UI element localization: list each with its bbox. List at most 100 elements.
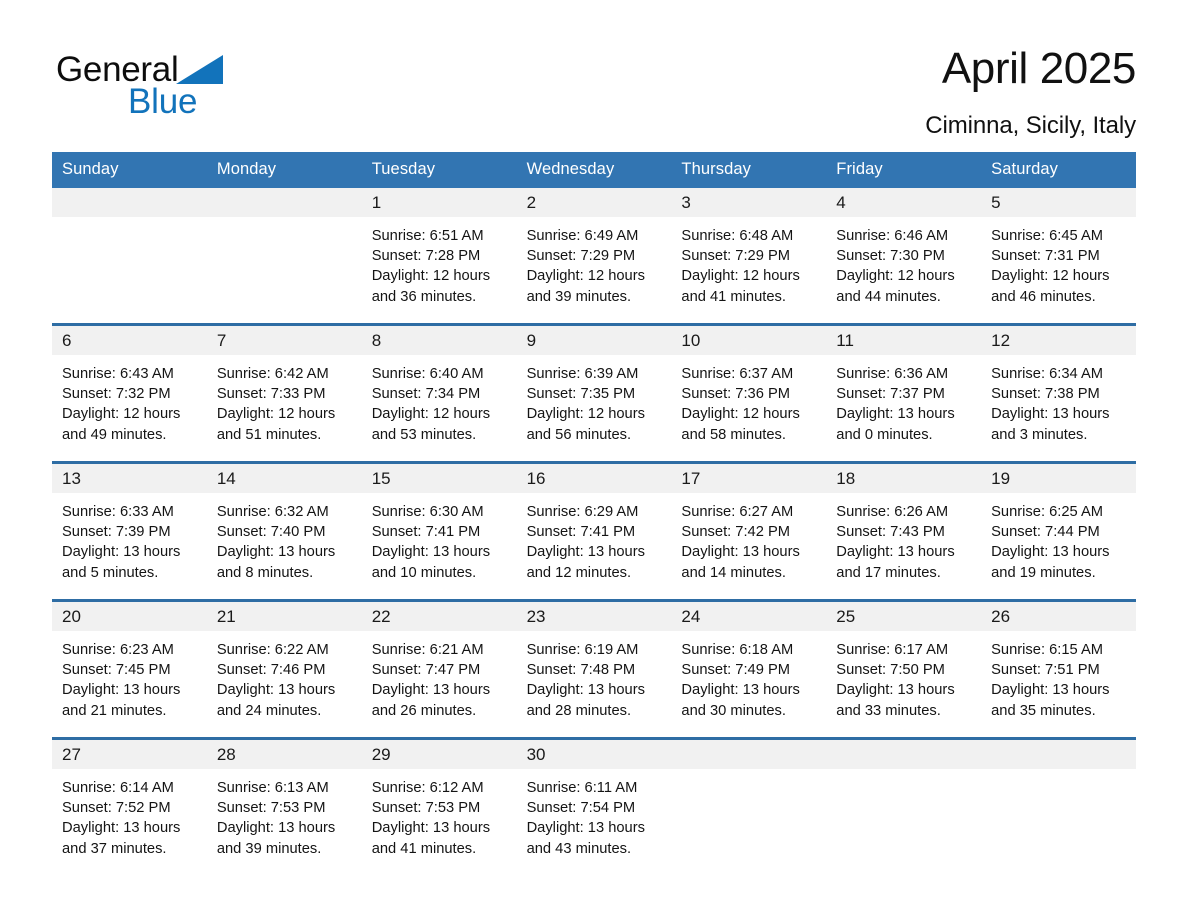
day-number: 5	[981, 188, 1136, 217]
day-details: Sunrise: 6:48 AM Sunset: 7:29 PM Daylight:…	[671, 217, 826, 307]
day-cell[interactable]: 29 Sunrise: 6:12 AM Sunset: 7:53 PM Dayligh…	[361, 740, 517, 875]
day-number: 1	[361, 188, 517, 217]
day-cell[interactable]: 24 Sunrise: 6:18 AM Sunset: 7:49 PM Dayligh…	[671, 602, 827, 737]
day-cell[interactable]: 6 Sunrise: 6:43 AM Sunset: 7:32 PM Daylight…	[52, 326, 207, 461]
day-number: 30	[516, 740, 672, 769]
day-cell[interactable]: 2 Sunrise: 6:49 AM Sunset: 7:29 PM Daylight…	[516, 188, 672, 323]
daylight-duration-line2: and 56 minutes.	[526, 426, 632, 443]
sunset-time: Sunset: 7:45 PM	[62, 662, 171, 679]
sunrise-time: Sunrise: 6:42 AM	[216, 366, 329, 382]
daylight-duration-line1: Daylight: 13 hours	[371, 820, 491, 837]
sunrise-time: Sunrise: 6:18 AM	[681, 642, 794, 658]
sunset-time: Sunset: 7:34 PM	[371, 386, 481, 403]
day-cell[interactable]: 4 Sunrise: 6:46 AM Sunset: 7:30 PM Daylight…	[826, 188, 982, 323]
daylight-duration-line1: Daylight: 13 hours	[526, 682, 645, 699]
sunrise-time: Sunrise: 6:48 AM	[681, 228, 794, 244]
sunrise-time: Sunrise: 6:30 AM	[371, 504, 484, 520]
day-cell[interactable]: 23 Sunrise: 6:19 AM Sunset: 7:48 PM Dayligh…	[516, 602, 672, 737]
day-details: Sunrise: 6:51 AM Sunset: 7:28 PM Daylight:…	[362, 217, 517, 307]
sunrise-time: Sunrise: 6:12 AM	[371, 780, 484, 796]
day-number: 29	[361, 740, 517, 769]
day-cell[interactable]: 17 Sunrise: 6:27 AM Sunset: 7:42 PM Dayligh…	[671, 464, 827, 599]
daylight-duration-line1: Daylight: 12 hours	[991, 268, 1110, 285]
calendar-week-row: 6 Sunrise: 6:43 AM Sunset: 7:32 PM Daylight…	[52, 323, 1136, 461]
day-cell[interactable]: 1 Sunrise: 6:51 AM Sunset: 7:28 PM Daylight…	[361, 188, 517, 323]
day-cell-empty	[52, 188, 207, 323]
day-details: Sunrise: 6:23 AM Sunset: 7:45 PM Daylight:…	[52, 631, 207, 721]
sunrise-time: Sunrise: 6:45 AM	[991, 228, 1103, 244]
day-details: Sunrise: 6:39 AM Sunset: 7:35 PM Daylight:…	[517, 355, 672, 445]
day-cell[interactable]: 9 Sunrise: 6:39 AM Sunset: 7:35 PM Daylight…	[516, 326, 672, 461]
daylight-duration-line2: and 43 minutes.	[526, 840, 632, 857]
daylight-duration-line1: Daylight: 12 hours	[62, 406, 181, 423]
daylight-duration-line2: and 44 minutes.	[836, 288, 941, 305]
sunset-time: Sunset: 7:36 PM	[681, 386, 791, 403]
day-details: Sunrise: 6:37 AM Sunset: 7:36 PM Daylight:…	[671, 355, 826, 445]
day-cell[interactable]: 30 Sunrise: 6:11 AM Sunset: 7:54 PM Dayligh…	[516, 740, 672, 875]
day-cell[interactable]: 10 Sunrise: 6:37 AM Sunset: 7:36 PM Dayligh…	[671, 326, 827, 461]
day-cell[interactable]: 21 Sunrise: 6:22 AM Sunset: 7:46 PM Dayligh…	[206, 602, 362, 737]
weekday-header-monday: Monday	[216, 160, 277, 178]
daylight-duration-line2: and 21 minutes.	[62, 702, 167, 719]
daylight-duration-line2: and 46 minutes.	[991, 288, 1096, 305]
daylight-duration-line1: Daylight: 13 hours	[526, 820, 645, 837]
day-cell[interactable]: 20 Sunrise: 6:23 AM Sunset: 7:45 PM Dayligh…	[52, 602, 207, 737]
day-number: 11	[826, 326, 982, 355]
day-number: 13	[52, 464, 207, 493]
sunset-time: Sunset: 7:43 PM	[836, 524, 945, 541]
weekday-header-tuesday: Tuesday	[371, 160, 436, 178]
day-cell[interactable]: 5 Sunrise: 6:45 AM Sunset: 7:31 PM Daylight…	[981, 188, 1136, 323]
day-cell[interactable]: 8 Sunrise: 6:40 AM Sunset: 7:34 PM Daylight…	[361, 326, 517, 461]
daylight-duration-line1: Daylight: 12 hours	[681, 406, 800, 423]
calendar-weeks: 1 Sunrise: 6:51 AM Sunset: 7:28 PM Daylight…	[52, 188, 1136, 875]
day-cell[interactable]: 7 Sunrise: 6:42 AM Sunset: 7:33 PM Daylight…	[206, 326, 362, 461]
sunset-time: Sunset: 7:51 PM	[991, 662, 1100, 679]
daylight-duration-line1: Daylight: 12 hours	[526, 268, 645, 285]
daylight-duration-line1: Daylight: 13 hours	[991, 406, 1110, 423]
day-cell[interactable]: 27 Sunrise: 6:14 AM Sunset: 7:52 PM Dayligh…	[52, 740, 207, 875]
daylight-duration-line1: Daylight: 12 hours	[371, 268, 491, 285]
sunset-time: Sunset: 7:48 PM	[526, 662, 636, 679]
calendar-page: General Blue April 2025 Ciminna, Sicily,…	[0, 0, 1188, 918]
day-details: Sunrise: 6:45 AM Sunset: 7:31 PM Daylight:…	[981, 217, 1136, 307]
daylight-duration-line1: Daylight: 13 hours	[371, 544, 491, 561]
day-details: Sunrise: 6:36 AM Sunset: 7:37 PM Daylight:…	[826, 355, 981, 445]
sunrise-time: Sunrise: 6:40 AM	[371, 366, 484, 382]
day-cell[interactable]: 11 Sunrise: 6:36 AM Sunset: 7:37 PM Dayligh…	[826, 326, 982, 461]
day-cell[interactable]: 3 Sunrise: 6:48 AM Sunset: 7:29 PM Daylight…	[671, 188, 827, 323]
day-number	[206, 188, 362, 217]
day-cell[interactable]: 25 Sunrise: 6:17 AM Sunset: 7:50 PM Dayligh…	[826, 602, 982, 737]
day-cell[interactable]: 12 Sunrise: 6:34 AM Sunset: 7:38 PM Dayligh…	[981, 326, 1136, 461]
sunset-time: Sunset: 7:53 PM	[371, 800, 481, 817]
day-cell[interactable]: 16 Sunrise: 6:29 AM Sunset: 7:41 PM Dayligh…	[516, 464, 672, 599]
day-cell[interactable]: 14 Sunrise: 6:32 AM Sunset: 7:40 PM Dayligh…	[206, 464, 362, 599]
daylight-duration-line2: and 36 minutes.	[371, 288, 477, 305]
sunrise-time: Sunrise: 6:11 AM	[526, 780, 638, 796]
day-cell[interactable]: 15 Sunrise: 6:30 AM Sunset: 7:41 PM Dayligh…	[361, 464, 517, 599]
daylight-duration-line2: and 17 minutes.	[836, 564, 941, 581]
sunrise-time: Sunrise: 6:46 AM	[836, 228, 949, 244]
sunrise-time: Sunrise: 6:51 AM	[371, 228, 484, 244]
day-details: Sunrise: 6:33 AM Sunset: 7:39 PM Daylight:…	[52, 493, 207, 583]
daylight-duration-line1: Daylight: 13 hours	[991, 544, 1110, 561]
sunrise-time: Sunrise: 6:29 AM	[526, 504, 639, 520]
sunset-time: Sunset: 7:54 PM	[526, 800, 636, 817]
sunset-time: Sunset: 7:32 PM	[62, 386, 171, 403]
day-cell[interactable]: 22 Sunrise: 6:21 AM Sunset: 7:47 PM Dayligh…	[361, 602, 517, 737]
day-cell[interactable]: 26 Sunrise: 6:15 AM Sunset: 7:51 PM Dayligh…	[981, 602, 1136, 737]
day-cell[interactable]: 13 Sunrise: 6:33 AM Sunset: 7:39 PM Dayligh…	[52, 464, 207, 599]
brand-logo[interactable]: General Blue	[56, 44, 286, 119]
day-cell[interactable]: 18 Sunrise: 6:26 AM Sunset: 7:43 PM Dayligh…	[826, 464, 982, 599]
weekday-header-row: Sunday Monday Tuesday Wednesday Thursday Frid…	[52, 152, 1136, 188]
day-cell[interactable]: 28 Sunrise: 6:13 AM Sunset: 7:53 PM Dayligh…	[206, 740, 362, 875]
weekday-header-sunday: Sunday	[62, 160, 119, 178]
day-details: Sunrise: 6:26 AM Sunset: 7:43 PM Daylight:…	[826, 493, 981, 583]
calendar-grid: Sunday Monday Tuesday Wednesday Thursday Frid…	[52, 152, 1136, 875]
day-number	[52, 188, 207, 217]
day-cell[interactable]: 19 Sunrise: 6:25 AM Sunset: 7:44 PM Dayligh…	[981, 464, 1136, 599]
sunset-time: Sunset: 7:44 PM	[991, 524, 1100, 541]
sunset-time: Sunset: 7:31 PM	[991, 248, 1100, 265]
sunrise-time: Sunrise: 6:13 AM	[216, 780, 329, 796]
day-number: 27	[52, 740, 207, 769]
day-number: 25	[826, 602, 982, 631]
